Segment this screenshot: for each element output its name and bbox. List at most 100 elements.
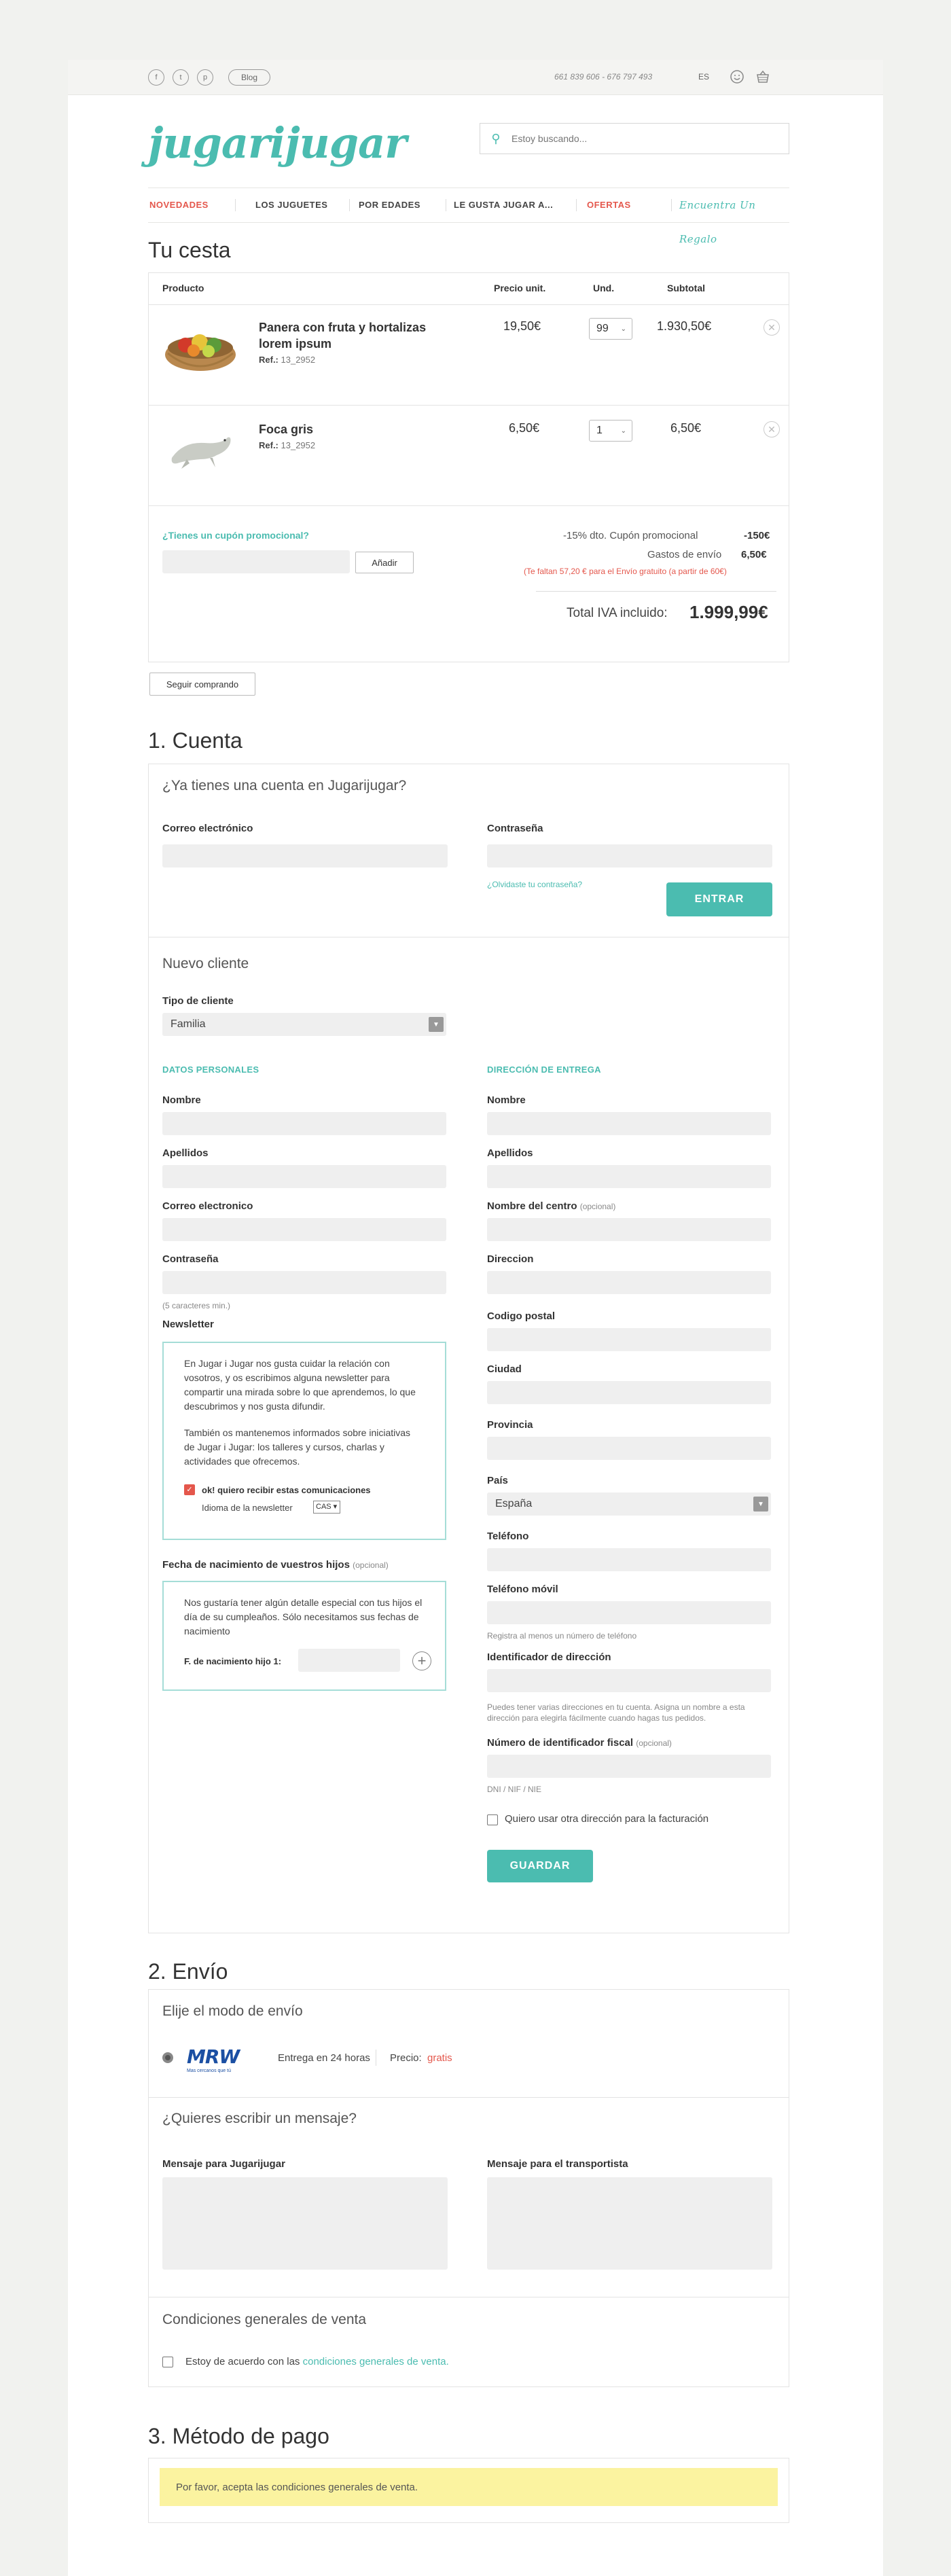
site-logo[interactable]: jugarijugar xyxy=(148,118,407,168)
message-heading: ¿Quieres escribir un mensaje? xyxy=(162,2111,357,2126)
mrw-logo: MRW xyxy=(187,2045,240,2068)
province-label: Provincia xyxy=(487,1419,533,1431)
mobile-hint: Registra al menos un número de teléfono xyxy=(487,1631,637,1641)
phone-numbers: 661 839 606 - 676 797 493 xyxy=(554,72,653,82)
continue-shopping-button[interactable]: Seguir comprando xyxy=(149,673,255,696)
remove-icon[interactable]: ✕ xyxy=(764,319,780,336)
nav-juguetes[interactable]: LOS JUGUETES xyxy=(255,188,327,222)
personal-name-label: Nombre xyxy=(162,1094,201,1106)
col-product: Producto xyxy=(162,283,204,293)
delivery-name-input[interactable] xyxy=(487,1112,771,1135)
address-input[interactable] xyxy=(487,1271,771,1294)
nav-ofertas[interactable]: OFERTAS xyxy=(587,188,631,222)
product-name[interactable]: Panera con fruta y hortalizas lorem ipsu… xyxy=(259,319,449,352)
top-bar: f t p Blog 661 839 606 - 676 797 493 ES xyxy=(68,60,883,95)
msg-carrier-textarea[interactable] xyxy=(487,2177,772,2270)
nav-gusta-jugar[interactable]: LE GUSTA JUGAR A... xyxy=(454,188,553,222)
product-image-basket[interactable] xyxy=(162,322,238,375)
product-name[interactable]: Foca gris xyxy=(259,421,449,437)
product-ref: Ref.: 13_2952 xyxy=(259,440,315,450)
coupon-question[interactable]: ¿Tienes un cupón promocional? xyxy=(162,530,309,541)
newsletter-checkbox[interactable]: ✓ xyxy=(184,1484,195,1495)
center-name-text: Nombre del centro xyxy=(487,1200,577,1212)
newsletter-lang-select[interactable]: CAS ▾ xyxy=(313,1501,340,1514)
smiley-icon[interactable] xyxy=(728,68,746,86)
cart-title: Tu cesta xyxy=(148,238,231,262)
basket-icon[interactable] xyxy=(754,68,772,86)
login-email-input[interactable] xyxy=(162,844,448,867)
facebook-icon[interactable]: f xyxy=(148,69,164,86)
product-ref: Ref.: 13_2952 xyxy=(259,355,315,365)
new-customer-heading: Nuevo cliente xyxy=(162,956,249,971)
subtotal: 1.930,50€ xyxy=(657,319,712,333)
shipping-mode-heading: Elije el modo de envío xyxy=(162,2003,303,2019)
center-name-label: Nombre del centro (opcional) xyxy=(487,1200,615,1212)
msg-store-textarea[interactable] xyxy=(162,2177,448,2270)
unit-price: 6,50€ xyxy=(509,421,540,435)
coupon-input[interactable] xyxy=(162,550,350,573)
qty-value: 1 xyxy=(596,425,603,436)
country-select[interactable]: España ▼ xyxy=(487,1492,771,1516)
price-label: Precio: xyxy=(390,2052,422,2064)
remove-icon[interactable]: ✕ xyxy=(764,421,780,437)
tax-id-input[interactable] xyxy=(487,1755,771,1778)
twitter-icon[interactable]: t xyxy=(173,69,189,86)
country-label: País xyxy=(487,1475,508,1486)
optional-tag: (opcional) xyxy=(636,1738,672,1748)
nav-edades[interactable]: POR EDADES xyxy=(359,188,420,222)
nav-divider xyxy=(576,199,577,211)
add-child-icon[interactable]: + xyxy=(412,1651,431,1670)
phone-input[interactable] xyxy=(487,1548,771,1571)
chevron-down-icon: ⌄ xyxy=(620,427,626,435)
personal-password-input[interactable] xyxy=(162,1271,446,1294)
forgot-password-link[interactable]: ¿Olvidaste tu contraseña? xyxy=(487,880,582,889)
msg-store-label: Mensaje para Jugarijugar xyxy=(162,2158,285,2170)
add-coupon-button[interactable]: Añadir xyxy=(355,552,414,573)
ref-value: 13_2952 xyxy=(281,440,316,450)
delivery-surname-input[interactable] xyxy=(487,1165,771,1188)
blog-link[interactable]: Blog xyxy=(228,69,270,86)
personal-data-heading: DATOS PERSONALES xyxy=(162,1065,259,1075)
account-title: 1. Cuenta xyxy=(148,728,243,753)
search-box[interactable]: ⚲ xyxy=(480,123,789,154)
product-image-seal[interactable] xyxy=(162,424,238,477)
billing-check-label[interactable]: Quiero usar otra dirección para la factu… xyxy=(505,1813,708,1825)
search-input[interactable] xyxy=(512,133,776,144)
personal-email-input[interactable] xyxy=(162,1218,446,1241)
shipping-radio[interactable] xyxy=(162,2052,173,2063)
free-shipping-note: (Te faltan 57,20 € para el Envío gratuit… xyxy=(524,567,727,576)
newsletter-panel: En Jugar i Jugar nos gusta cuidar la rel… xyxy=(162,1342,446,1540)
login-password-input[interactable] xyxy=(487,844,772,867)
terms-link[interactable]: condiciones generales de venta. xyxy=(303,2356,449,2367)
customer-type-select[interactable]: Familia ▼ xyxy=(162,1013,446,1036)
province-input[interactable] xyxy=(487,1437,771,1460)
newsletter-text-1: En Jugar i Jugar nos gusta cuidar la rel… xyxy=(184,1358,416,1412)
pinterest-icon[interactable]: p xyxy=(197,69,213,86)
language-selector[interactable]: ES xyxy=(698,72,709,82)
address-id-input[interactable] xyxy=(487,1669,771,1692)
zip-input[interactable] xyxy=(487,1328,771,1351)
city-input[interactable] xyxy=(487,1381,771,1404)
tax-id-label: Número de identificador fiscal (opcional… xyxy=(487,1737,672,1749)
center-name-input[interactable] xyxy=(487,1218,771,1241)
optional-tag: (opcional) xyxy=(579,1202,616,1211)
login-button[interactable]: ENTRAR xyxy=(666,882,772,916)
qty-select[interactable]: 1 ⌄ xyxy=(589,420,632,442)
newsletter-check-label[interactable]: ok! quiero recibir estas comunicaciones xyxy=(202,1483,371,1497)
terms-checkbox[interactable] xyxy=(162,2357,173,2367)
terms-heading: Condiciones generales de venta xyxy=(162,2312,367,2327)
divider xyxy=(149,505,789,506)
birth-date-input[interactable] xyxy=(298,1649,400,1672)
divider xyxy=(149,2097,789,2098)
qty-select[interactable]: 99 ⌄ xyxy=(589,318,632,340)
discount-value: -150€ xyxy=(744,530,770,541)
save-button[interactable]: GUARDAR xyxy=(487,1850,593,1882)
personal-name-input[interactable] xyxy=(162,1112,446,1135)
delivery-name-label: Nombre xyxy=(487,1094,526,1106)
zip-label: Codigo postal xyxy=(487,1310,555,1322)
nav-novedades[interactable]: NOVEDADES xyxy=(149,188,209,222)
mobile-input[interactable] xyxy=(487,1601,771,1624)
personal-surname-input[interactable] xyxy=(162,1165,446,1188)
billing-checkbox[interactable] xyxy=(487,1814,498,1825)
nav-gift-finder[interactable]: Encuentra Un Regalo xyxy=(679,188,789,245)
